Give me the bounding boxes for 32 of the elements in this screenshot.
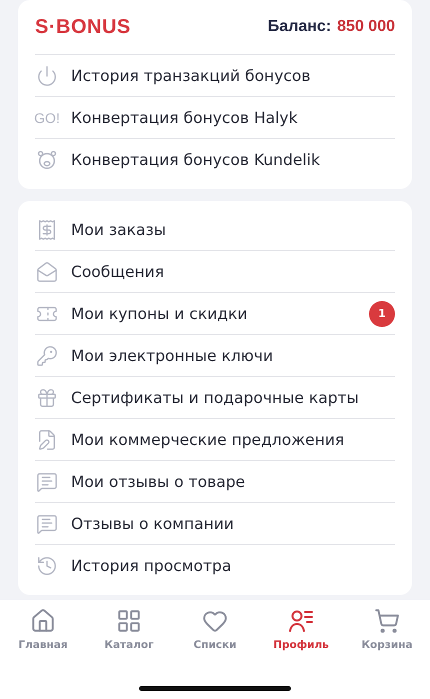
menu-item[interactable]: Мои отзывы о товаре [71, 472, 395, 490]
menu-item[interactable]: Сообщения [71, 262, 395, 280]
menu-item[interactable]: Отзывы о компании [71, 514, 395, 532]
balance-value: 850 000 [337, 18, 395, 36]
count-badge: 1 [369, 300, 395, 326]
history-icon [36, 555, 58, 577]
user-list-icon [288, 608, 314, 634]
power-icon [36, 64, 58, 86]
menu-item[interactable]: Мои купоны и скидки [71, 304, 357, 322]
bear-icon [36, 149, 58, 171]
logo: S·BONUS [35, 16, 131, 38]
chat-icon [36, 512, 58, 534]
grid-icon [116, 608, 142, 634]
go-icon: GO! [34, 110, 60, 126]
key-icon [36, 344, 58, 366]
house-icon [30, 608, 56, 634]
receipt-icon [36, 218, 58, 240]
menu-item[interactable]: Мои коммерческие предложения [71, 430, 395, 448]
cart-icon [374, 608, 400, 634]
menu-item[interactable]: Конвертация бонусов Kundelik [71, 151, 395, 169]
tab-bar-item[interactable]: Профиль [258, 608, 344, 651]
chat-icon [36, 470, 58, 492]
menu-item[interactable]: Сертификаты и подарочные карты [71, 388, 395, 406]
menu-item[interactable]: История транзакций бонусов [71, 66, 395, 84]
gift-icon [36, 386, 58, 408]
menu-item[interactable]: Мои заказы [71, 220, 395, 238]
menu-item[interactable]: История просмотра [71, 557, 395, 575]
menu-item[interactable]: Конвертация бонусов Halyk [71, 108, 395, 126]
document-edit-icon [36, 428, 58, 450]
menu-item[interactable]: Мои электронные ключи [71, 346, 395, 364]
envelope-icon [36, 260, 58, 282]
balance-label: Баланс: [268, 18, 332, 36]
